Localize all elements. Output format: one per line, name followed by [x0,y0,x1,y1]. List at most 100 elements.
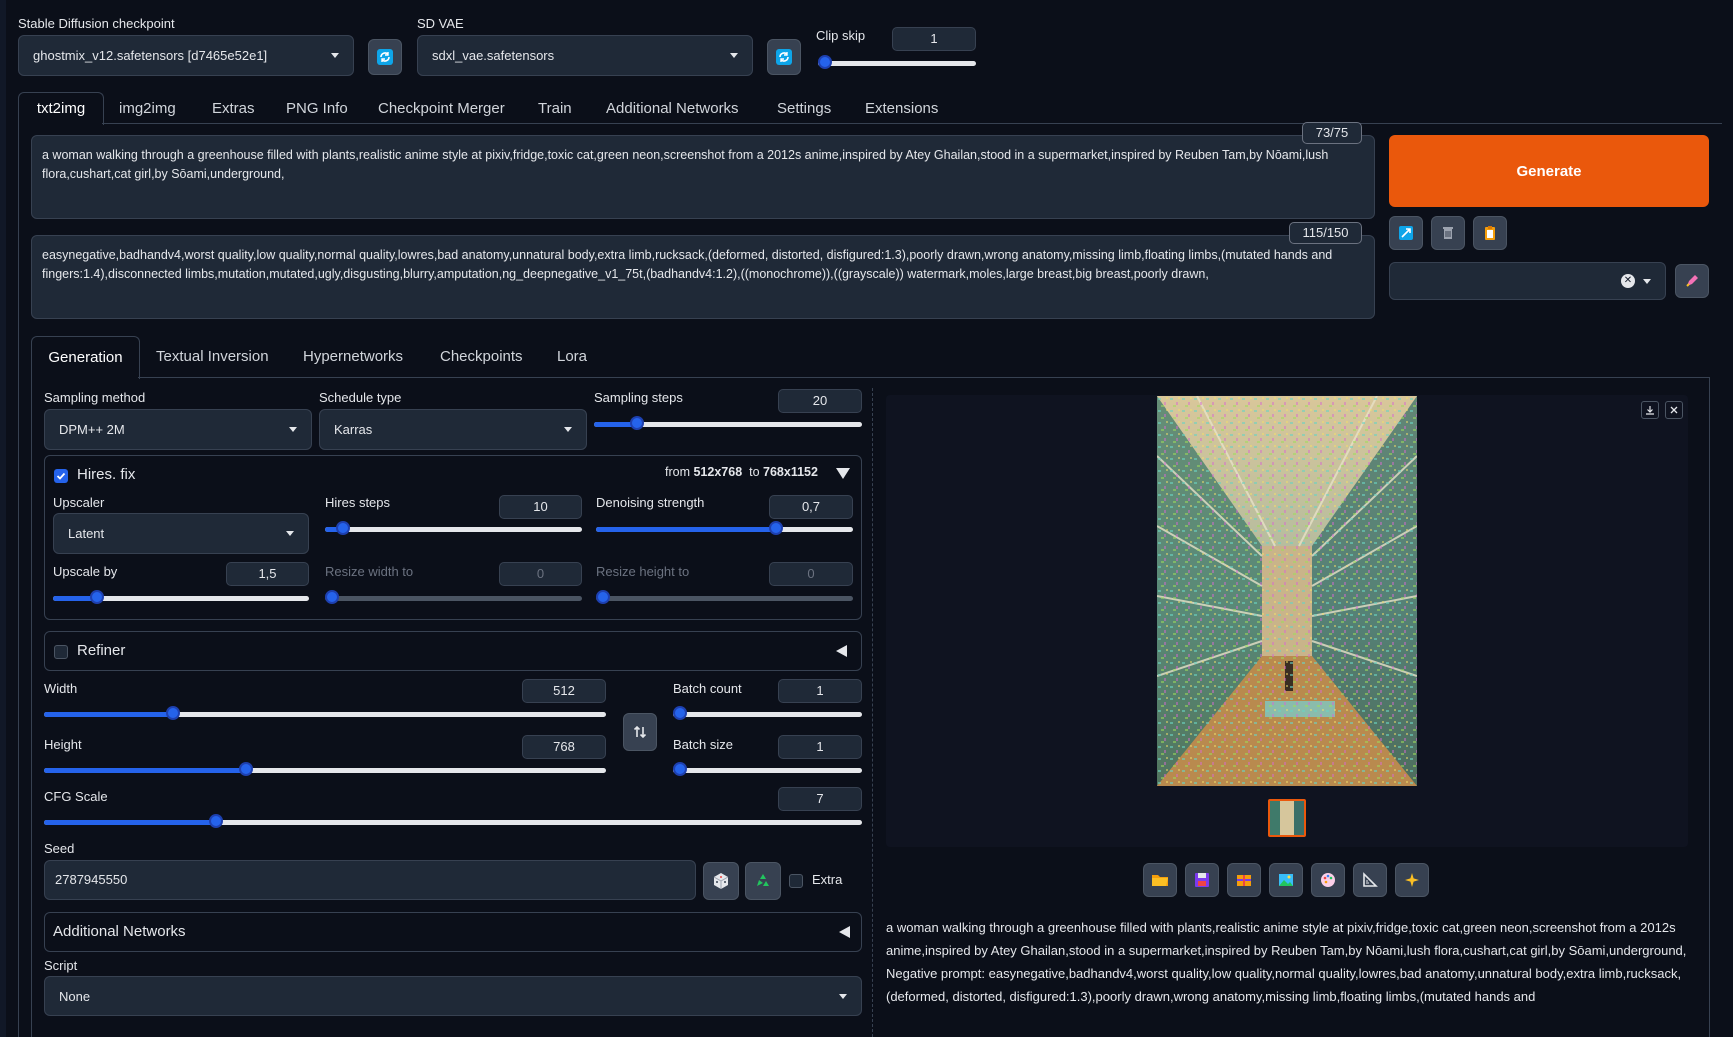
slider-thumb[interactable] [596,590,610,604]
info-negative-prompt: Negative prompt: easynegative,badhandv4,… [886,966,1682,1004]
reuse-seed-button[interactable] [745,862,781,900]
close-image-button[interactable] [1665,401,1683,419]
script-select[interactable]: None [44,976,862,1016]
batch-count-slider[interactable] [673,706,862,720]
sampling-steps-slider[interactable] [594,416,862,430]
random-seed-button[interactable] [703,862,739,900]
slider-thumb[interactable] [336,521,350,535]
tab-checkpoints[interactable]: Checkpoints [440,348,523,365]
tab-settings[interactable]: Settings [777,100,831,117]
tab-textual-inversion[interactable]: Textual Inversion [156,348,269,365]
download-image-button[interactable] [1641,401,1659,419]
tab-png-info[interactable]: PNG Info [286,100,348,117]
height-slider[interactable] [44,762,606,776]
tab-extensions[interactable]: Extensions [865,100,938,117]
refiner-panel[interactable] [44,631,862,671]
slider-thumb[interactable] [166,706,180,720]
hires-fix-checkbox[interactable] [54,469,68,483]
clip-skip-slider[interactable] [818,55,976,69]
refresh-checkpoint-button[interactable] [368,39,402,75]
generate-button[interactable]: Generate [1389,135,1709,207]
upscaler-select[interactable]: Latent [53,513,309,554]
tab-hypernetworks[interactable]: Hypernetworks [303,348,403,365]
resize-height-slider[interactable] [596,590,853,604]
vae-select[interactable]: sdxl_vae.safetensors [417,35,753,76]
open-folder-button[interactable] [1143,863,1177,897]
height-input[interactable]: 768 [522,735,606,759]
styles-select[interactable]: ✕ [1389,262,1666,300]
negative-prompt-textarea[interactable]: easynegative,badhandv4,worst quality,low… [31,235,1375,319]
vae-value: sdxl_vae.safetensors [432,48,555,63]
denoising-slider[interactable] [596,521,853,535]
tab-generation[interactable]: Generation [31,336,140,379]
refiner-checkbox[interactable] [54,645,68,659]
generated-image[interactable] [1157,396,1417,786]
upscale-by-slider[interactable] [53,590,309,604]
resize-height-input[interactable]: 0 [769,562,853,586]
send-to-inpaint-button[interactable] [1311,863,1345,897]
batch-size-slider[interactable] [673,762,862,776]
save-button[interactable] [1185,863,1219,897]
chevron-down-icon [839,993,847,999]
slider-thumb[interactable] [209,814,223,828]
refiner-expand-icon[interactable] [836,645,847,657]
sampling-method-select[interactable]: DPM++ 2M [44,409,312,450]
clear-prompt-button[interactable] [1431,216,1465,250]
swap-dimensions-button[interactable] [623,713,657,751]
chevron-down-icon [289,427,297,432]
slider-thumb[interactable] [239,762,253,776]
paste-button[interactable] [1473,216,1507,250]
denoising-input[interactable]: 0,7 [769,495,853,519]
prompt-textarea[interactable]: a woman walking through a greenhouse fil… [31,135,1375,219]
tab-checkpoint-merger[interactable]: Checkpoint Merger [378,100,505,117]
width-slider[interactable] [44,706,606,720]
gallery-thumbnail[interactable] [1268,799,1306,837]
slider-thumb[interactable] [630,416,644,430]
cfg-scale-slider[interactable] [44,814,862,828]
resize-width-slider[interactable] [325,590,582,604]
extra-seed-label: Extra [812,872,843,887]
slider-thumb[interactable] [673,762,687,776]
checkpoint-select[interactable]: ghostmix_v12.safetensors [d7465e52e1] [18,35,354,76]
batch-count-input[interactable]: 1 [778,679,862,703]
zip-button[interactable] [1227,863,1261,897]
slider-thumb[interactable] [90,590,104,604]
refresh-vae-button[interactable] [767,39,801,75]
sampling-steps-input[interactable]: 20 [778,389,862,413]
sparkle-button[interactable] [1395,863,1429,897]
edit-styles-button[interactable] [1675,264,1709,298]
upscale-by-input[interactable]: 1,5 [226,562,309,586]
hires-steps-slider[interactable] [325,521,582,535]
clipboard-icon [1485,226,1495,240]
tab-img2img[interactable]: img2img [119,100,176,117]
tab-train[interactable]: Train [538,100,572,117]
schedule-type-select[interactable]: Karras [319,409,587,450]
read-params-button[interactable] [1389,216,1423,250]
hires-collapse-icon[interactable] [836,468,850,479]
slider-thumb[interactable] [325,590,339,604]
clip-skip-thumb[interactable] [818,55,832,69]
prompt-text: a woman walking through a greenhouse fil… [42,148,1329,181]
seed-input[interactable]: 2787945550 [44,860,696,900]
resize-width-input[interactable]: 0 [499,562,582,586]
send-to-extras-button[interactable] [1353,863,1387,897]
clip-skip-input[interactable]: 1 [892,27,976,51]
tab-lora[interactable]: Lora [557,348,587,365]
extra-seed-checkbox[interactable] [789,874,803,888]
hires-steps-input[interactable]: 10 [499,495,582,519]
slider-thumb[interactable] [769,521,783,535]
tab-additional-networks[interactable]: Additional Networks [606,100,739,117]
width-input[interactable]: 512 [522,679,606,703]
cfg-scale-input[interactable]: 7 [778,787,862,811]
additional-networks-expand-icon[interactable] [839,926,850,938]
download-icon [1646,406,1654,415]
window-edge [0,0,6,1037]
send-to-img2img-button[interactable] [1269,863,1303,897]
width-label: Width [44,681,78,696]
clear-styles-icon[interactable]: ✕ [1621,274,1635,288]
slider-thumb[interactable] [673,706,687,720]
tab-txt2img[interactable]: txt2img [18,92,104,125]
refresh-icon [377,49,393,65]
batch-size-input[interactable]: 1 [778,735,862,759]
tab-extras[interactable]: Extras [212,100,255,117]
